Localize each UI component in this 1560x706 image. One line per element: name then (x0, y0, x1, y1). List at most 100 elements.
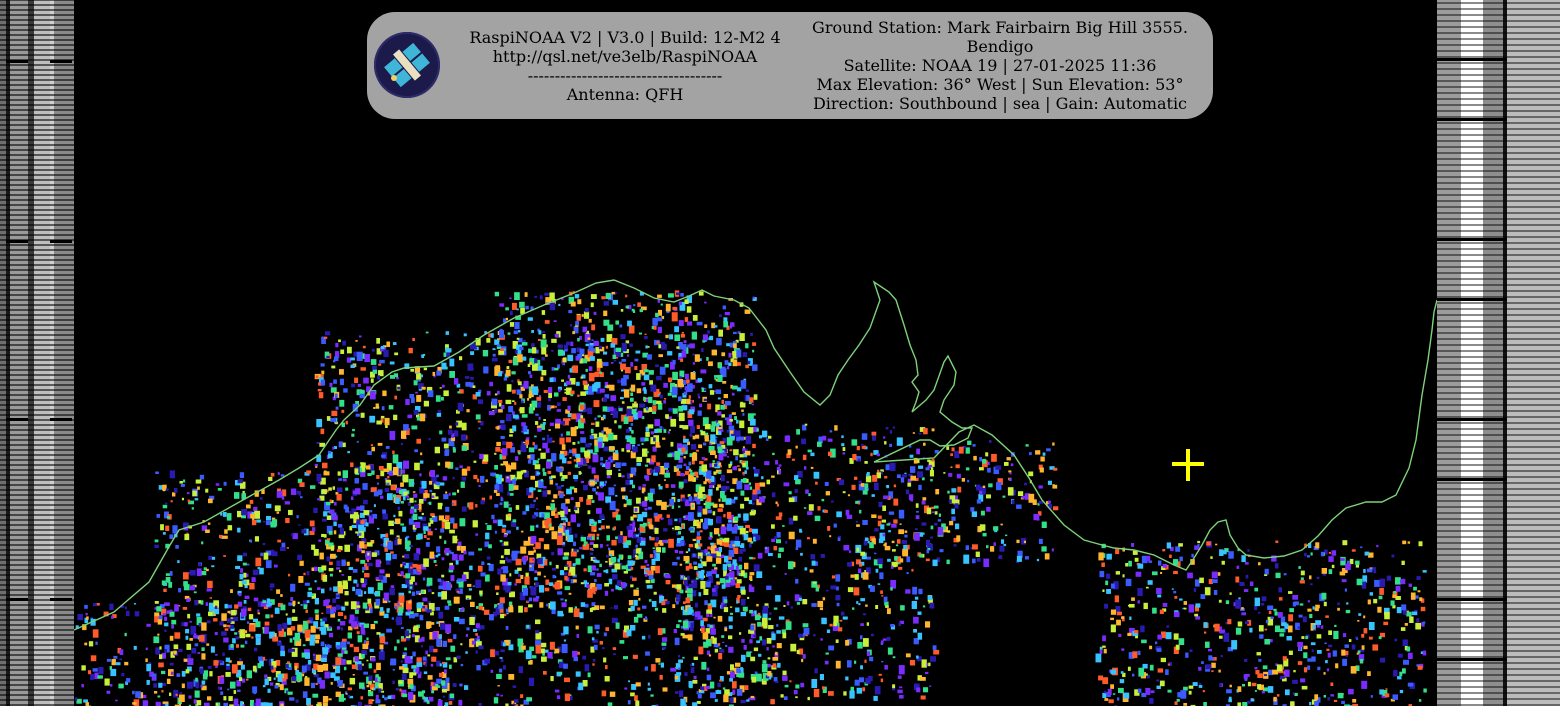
speckle-pixel (554, 405, 557, 408)
speckle-pixel (1213, 590, 1218, 595)
telemetry-tick (6, 418, 28, 421)
speckle-pixel (359, 389, 365, 394)
speckle-pixel (542, 468, 545, 472)
speckle-pixel (588, 372, 595, 382)
speckle-pixel (1162, 563, 1167, 568)
speckle-pixel (571, 348, 576, 354)
speckle-pixel (1167, 663, 1171, 666)
speckle-pixel (515, 456, 519, 461)
speckle-pixel (482, 350, 489, 357)
speckle-pixel (597, 415, 601, 418)
speckle-pixel (730, 430, 734, 434)
speckle-pixel (825, 491, 830, 496)
speckle-pixel (1331, 550, 1337, 556)
speckle-pixel (1312, 606, 1315, 610)
speckle-pixel (590, 302, 594, 308)
speckle-pixel (684, 299, 689, 304)
speckle-pixel (441, 557, 445, 561)
speckle-pixel (409, 579, 414, 585)
speckle-pixel (444, 522, 451, 530)
speckle-pixel (574, 488, 578, 493)
speckle-pixel (219, 534, 223, 539)
speckle-pixel (1149, 697, 1154, 704)
speckle-pixel (564, 586, 571, 591)
speckle-pixel (537, 557, 543, 565)
speckle-pixel (631, 430, 634, 434)
speckle-pixel (538, 448, 542, 451)
speckle-pixel (776, 466, 781, 471)
speckle-pixel (1053, 506, 1059, 511)
speckle-pixel (745, 364, 749, 369)
speckle-pixel (1175, 546, 1181, 552)
speckle-pixel (627, 555, 632, 560)
speckle-pixel (715, 404, 720, 411)
speckle-pixel (547, 470, 552, 475)
speckle-pixel (556, 535, 563, 545)
speckle-pixel (551, 367, 555, 371)
speckle-pixel (157, 619, 163, 625)
speckle-pixel (690, 472, 695, 476)
speckle-pixel (573, 474, 579, 479)
speckle-pixel (596, 568, 599, 571)
speckle-pixel (237, 661, 243, 666)
speckle-pixel (1242, 684, 1245, 687)
speckle-pixel (333, 379, 337, 384)
speckle-pixel (910, 499, 913, 502)
speckle-pixel (740, 699, 746, 704)
speckle-pixel (521, 422, 526, 427)
speckle-pixel (626, 443, 631, 450)
speckle-pixel (175, 545, 179, 549)
speckle-pixel (495, 365, 500, 373)
speckle-pixel (519, 407, 525, 414)
speckle-pixel (394, 352, 399, 356)
speckle-pixel (450, 575, 455, 582)
speckle-pixel (333, 666, 337, 669)
speckle-pixel (602, 397, 607, 402)
speckle-pixel (931, 428, 935, 432)
speckle-pixel (697, 693, 702, 699)
speckle-pixel (533, 547, 536, 550)
speckle-pixel (749, 575, 753, 580)
speckle-pixel (237, 479, 243, 484)
speckle-pixel (588, 366, 593, 372)
speckle-pixel (489, 381, 493, 387)
speckle-pixel (995, 465, 1002, 470)
speckle-pixel (538, 330, 542, 335)
speckle-pixel (190, 585, 196, 591)
speckle-pixel (1174, 595, 1178, 599)
speckle-pixel (1297, 661, 1303, 665)
speckle-pixel (926, 549, 930, 554)
speckle-pixel (801, 438, 806, 445)
speckle-pixel (206, 568, 209, 572)
speckle-pixel (541, 370, 547, 376)
speckle-pixel (490, 333, 494, 338)
speckle-pixel (704, 549, 708, 554)
speckle-pixel (723, 394, 728, 399)
speckle-pixel (719, 649, 725, 653)
speckle-pixel (925, 671, 929, 675)
speckle-pixel (799, 597, 802, 601)
speckle-pixel (230, 681, 236, 689)
speckle-pixel (327, 511, 330, 513)
speckle-pixel (398, 607, 404, 613)
speckle-pixel (691, 504, 694, 508)
speckle-pixel (1041, 521, 1047, 528)
speckle-pixel (651, 558, 656, 566)
speckle-pixel (716, 516, 722, 524)
speckle-pixel (878, 673, 882, 676)
speckle-pixel (542, 490, 548, 497)
speckle-pixel (808, 504, 814, 511)
speckle-pixel (211, 556, 216, 560)
speckle-pixel (684, 672, 688, 677)
speckle-pixel (570, 390, 575, 395)
speckle-pixel (1411, 611, 1418, 616)
speckle-pixel (1115, 571, 1120, 575)
speckle-pixel (411, 425, 418, 430)
speckle-pixel (892, 549, 896, 552)
speckle-pixel (173, 488, 178, 493)
speckle-pixel (620, 487, 625, 492)
speckle-pixel (367, 552, 370, 556)
speckle-pixel (356, 583, 359, 587)
speckle-pixel (1333, 699, 1338, 702)
speckle-pixel (605, 461, 611, 469)
